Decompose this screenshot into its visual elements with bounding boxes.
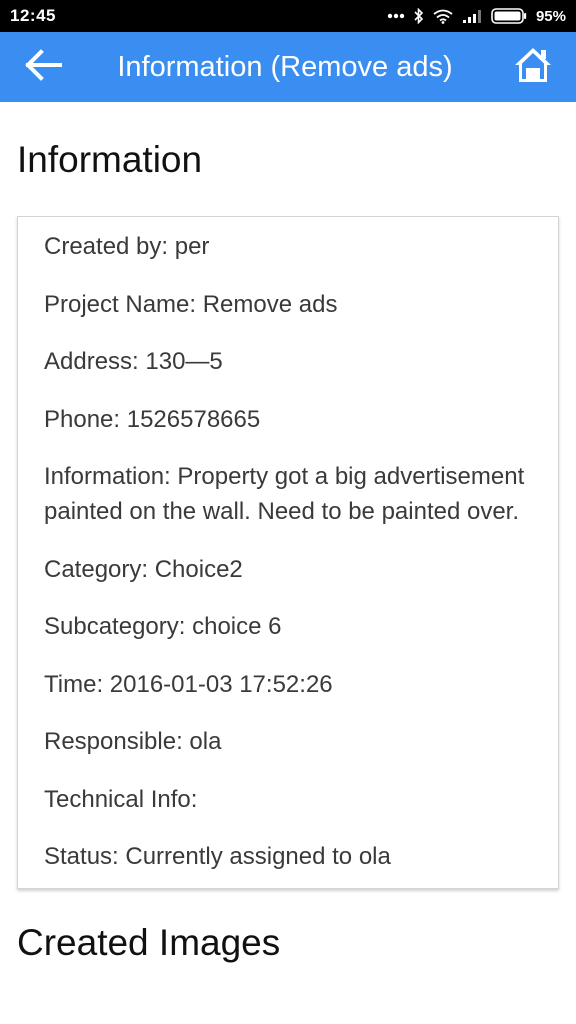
- home-button[interactable]: [490, 32, 576, 102]
- status-bar: 12:45 95%: [0, 0, 576, 32]
- info-project-name: Project Name: Remove ads: [44, 290, 338, 318]
- info-technical-info: Technical Info:: [44, 785, 198, 813]
- info-subcategory: Subcategory: choice 6: [44, 613, 282, 640]
- app-bar: Information (Remove ads): [0, 32, 576, 102]
- home-icon: [513, 45, 553, 90]
- status-time: 12:45: [10, 6, 56, 25]
- arrow-left-icon: [24, 48, 62, 86]
- info-information: Information: Property got a big advertis…: [44, 463, 525, 525]
- info-status: Status: Currently assigned to ola: [44, 843, 391, 870]
- battery-icon: [491, 8, 527, 24]
- info-responsible: Responsible: ola: [44, 728, 222, 755]
- information-card: Created by: per Project Name: Remove ads…: [17, 216, 559, 889]
- signal-icon: [462, 9, 482, 23]
- created-images-heading: Created Images: [17, 922, 281, 963]
- battery-percentage: 95%: [535, 7, 566, 25]
- info-address: Address: 130—5: [44, 348, 223, 375]
- back-button[interactable]: [0, 32, 86, 102]
- info-time: Time: 2016-01-03 17:52:26: [44, 670, 333, 698]
- status-icons: 95%: [387, 8, 566, 25]
- app-bar-title: Information (Remove ads): [117, 50, 453, 83]
- content: Information Created by: per Project Name…: [0, 102, 576, 965]
- wifi-icon: [433, 9, 453, 24]
- info-created-by: Created by: per: [44, 233, 210, 260]
- info-phone: Phone: 1526578665: [44, 405, 261, 433]
- information-heading: Information: [17, 139, 203, 180]
- info-category: Category: Choice2: [44, 555, 243, 583]
- bluetooth-icon: [414, 8, 424, 24]
- more-dots-icon: [387, 13, 405, 19]
